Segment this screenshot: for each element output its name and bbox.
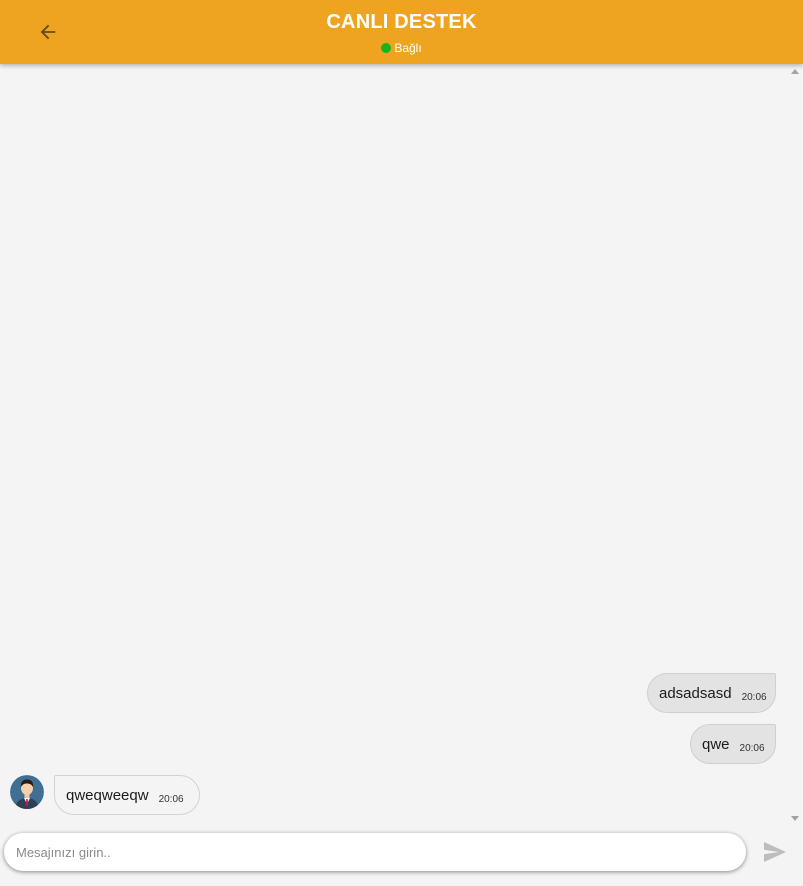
chat-scrollbar[interactable] — [787, 64, 803, 826]
message-time: 20:06 — [739, 742, 765, 754]
message-composer — [4, 833, 746, 871]
message-time: 20:06 — [158, 793, 184, 805]
send-icon — [764, 842, 786, 862]
scroll-up-icon[interactable] — [791, 69, 799, 74]
outgoing-message: qwe 20:06 — [690, 724, 776, 764]
connection-status: Bağlı — [0, 41, 803, 55]
incoming-message: qweqweeqw 20:06 — [54, 775, 200, 815]
status-dot-icon — [381, 43, 392, 53]
scroll-down-icon[interactable] — [791, 816, 799, 821]
message-text: adsadsasd — [659, 684, 732, 702]
send-button[interactable] — [762, 840, 788, 864]
live-support-chat: CANLI DESTEK Bağlı adsadsasd 20:06 qwe 2… — [0, 0, 803, 886]
message-text: qweqweeqw — [66, 786, 149, 804]
outgoing-message: adsadsasd 20:06 — [647, 673, 776, 713]
status-label: Bağlı — [394, 41, 422, 55]
agent-avatar — [10, 775, 44, 809]
message-input[interactable] — [4, 833, 746, 871]
chat-header: CANLI DESTEK Bağlı — [0, 0, 803, 64]
page-title: CANLI DESTEK — [326, 11, 477, 33]
message-time: 20:06 — [741, 691, 767, 703]
message-text: qwe — [702, 735, 730, 753]
